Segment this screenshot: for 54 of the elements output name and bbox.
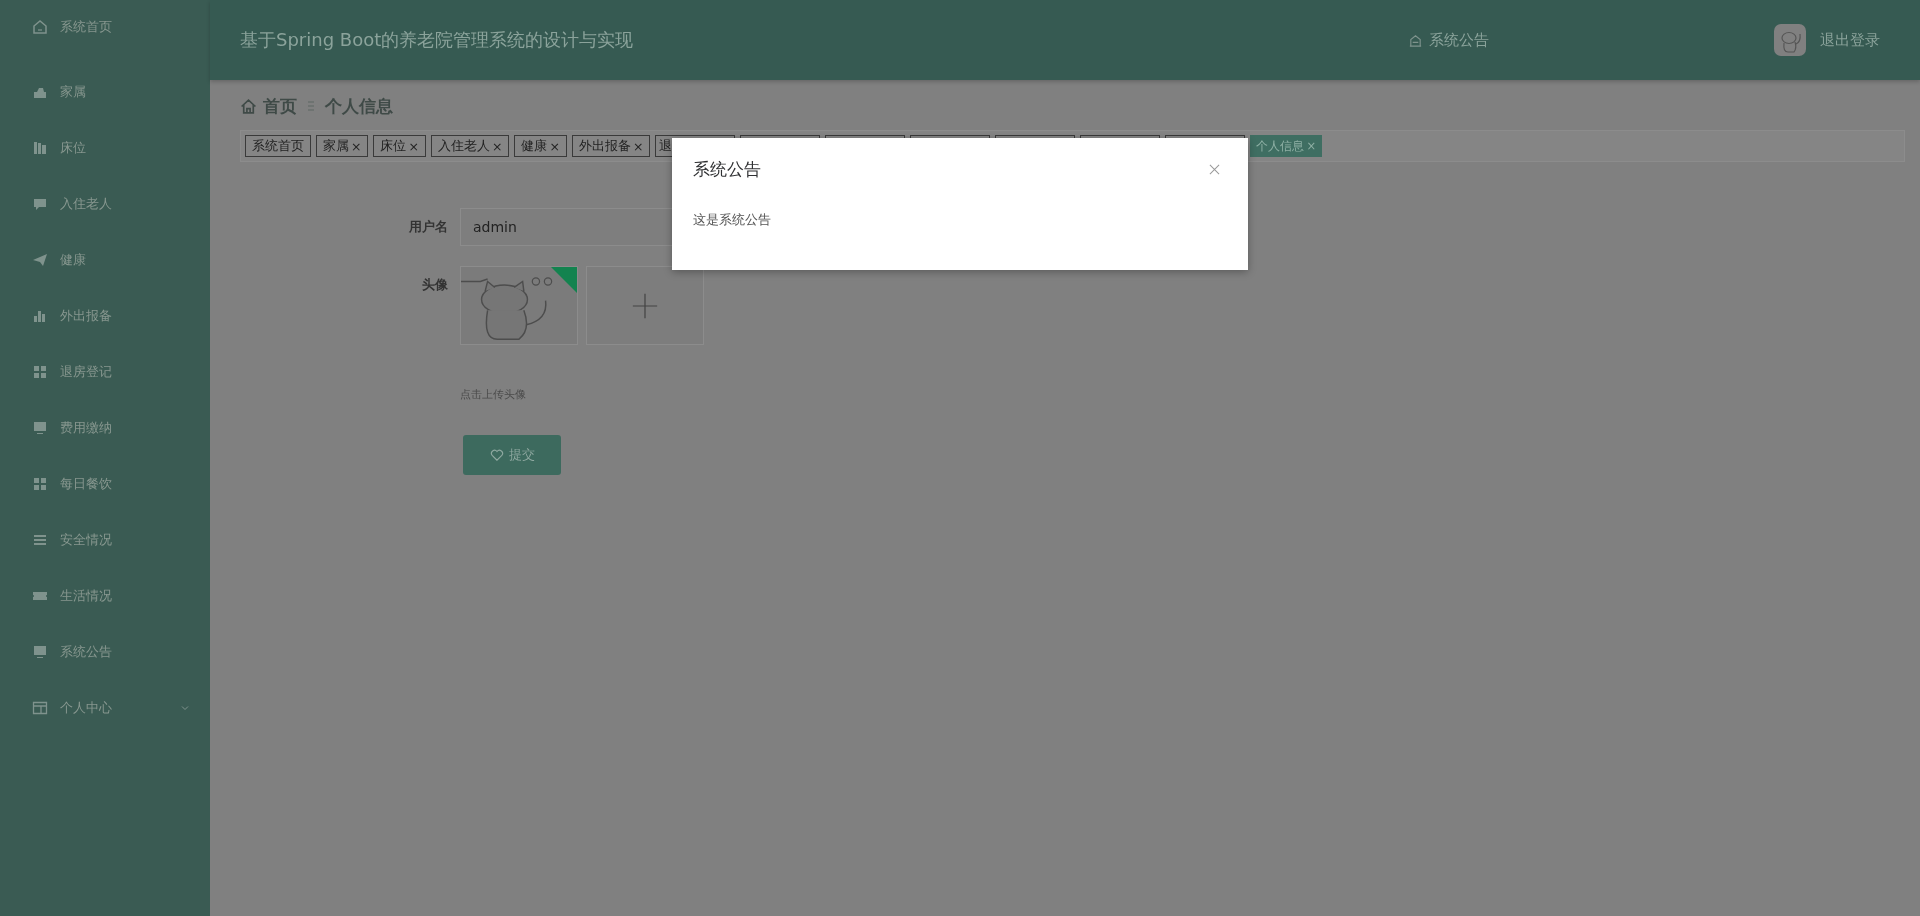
close-icon[interactable]: × (632, 138, 644, 154)
bar-chart-icon (32, 308, 48, 324)
home-icon (32, 19, 48, 35)
app-title: 基于Spring Boot的养老院管理系统的设计与实现 (240, 28, 635, 52)
heart-icon (489, 448, 504, 462)
tab[interactable]: 系统首页 (245, 135, 311, 157)
notice-link[interactable]: 系统公告 (1408, 30, 1489, 50)
sidebar-item[interactable]: 家属 (0, 64, 210, 120)
field-label: 头像 (421, 276, 448, 294)
tab[interactable]: 健康 × (514, 135, 567, 157)
book-icon (32, 140, 48, 156)
close-icon[interactable]: × (491, 138, 503, 154)
field-label: 用户名 (408, 218, 448, 236)
sidebar-item[interactable]: 安全情况 (0, 512, 210, 568)
tab[interactable]: 家属 × (316, 135, 369, 157)
close-icon[interactable] (1209, 164, 1220, 175)
home-icon (240, 97, 257, 115)
sidebar-item[interactable]: 健康 (0, 232, 210, 288)
tab[interactable]: 入住老人 × (430, 135, 510, 157)
sidebar-item[interactable]: 个人中心 (0, 680, 210, 736)
success-corner-icon (551, 267, 577, 293)
house-icon (1408, 32, 1423, 48)
dialog-title: 系统公告 (693, 158, 761, 181)
sidebar-item[interactable]: 生活情况 (0, 568, 210, 624)
list-icon (32, 532, 48, 548)
send-icon (32, 252, 48, 268)
close-icon[interactable]: × (549, 138, 560, 154)
grid-icon (32, 364, 48, 380)
monitor-icon (32, 420, 48, 436)
tab[interactable]: 个人信息 × (1250, 135, 1323, 157)
close-icon[interactable]: × (351, 138, 362, 154)
sidebar-item[interactable]: 系统首页 (0, 8, 210, 46)
sidebar-item[interactable]: 退房登记 (0, 344, 210, 400)
sidebar-item[interactable]: 床位 (0, 120, 210, 176)
submit-button[interactable]: 提交 (463, 435, 561, 475)
sidebar-item[interactable]: 系统公告 (0, 624, 210, 680)
tab[interactable]: 床位 × (373, 135, 426, 157)
window-icon (32, 700, 48, 716)
sidebar-item[interactable]: 费用缴纳 (0, 400, 210, 456)
plus-icon (631, 291, 659, 320)
sidebar-item[interactable]: 每日餐饮 (0, 456, 210, 512)
close-icon[interactable]: × (1306, 139, 1317, 153)
sidebar-item[interactable]: 入住老人 (0, 176, 210, 232)
chat-icon (32, 196, 48, 212)
tab[interactable]: 外出报备 × (571, 135, 651, 157)
sidebar-item[interactable]: 外出报备 (0, 288, 210, 344)
avatar[interactable] (1774, 24, 1806, 56)
upload-button[interactable] (586, 266, 704, 345)
grid-icon (32, 476, 48, 492)
breadcrumb-current: 个人信息 (325, 94, 393, 118)
logout-link[interactable]: 退出登录 (1820, 30, 1880, 50)
breadcrumb-link[interactable]: 首页 (263, 94, 297, 118)
close-icon[interactable]: × (408, 138, 419, 154)
monitor-icon (32, 644, 48, 660)
